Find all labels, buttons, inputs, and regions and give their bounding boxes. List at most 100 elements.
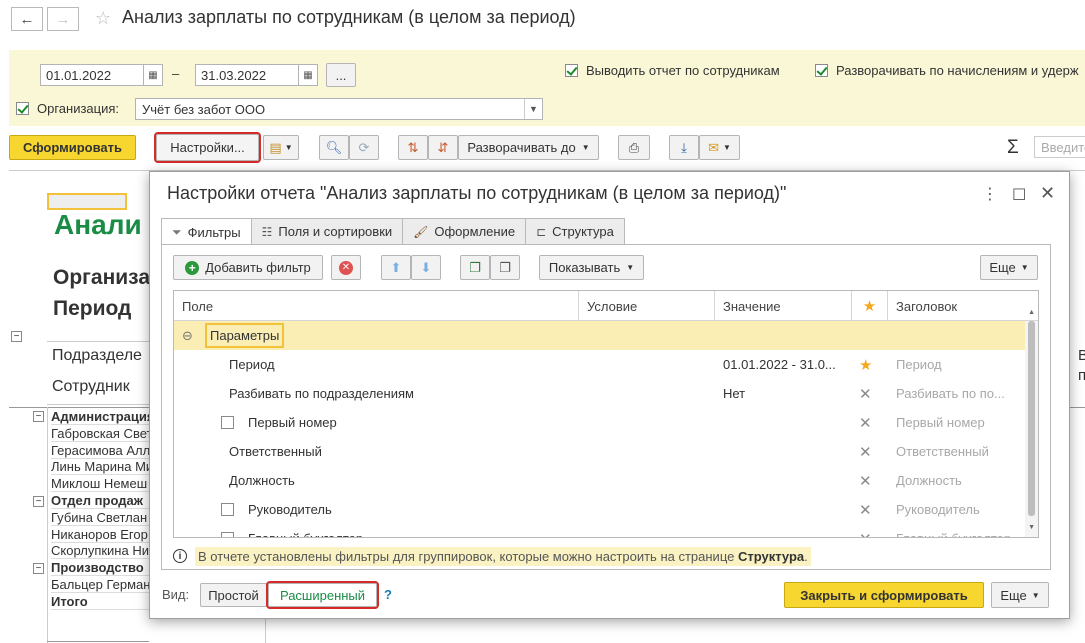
print-button[interactable]: ⎙ — [618, 135, 650, 160]
cross-icon[interactable]: ✕ — [859, 379, 872, 408]
star-icon[interactable]: ★ — [859, 350, 872, 379]
tab-filters[interactable]: ⏷ Фильтры — [161, 218, 252, 245]
cross-icon[interactable]: ✕ — [859, 495, 872, 524]
row-header[interactable]: Период — [896, 350, 1024, 379]
maximize-icon[interactable]: ☐ — [1012, 185, 1026, 205]
col-field[interactable]: Поле — [174, 291, 579, 321]
uncheck-all-button[interactable]: ❐ — [490, 255, 520, 280]
row-value[interactable] — [723, 495, 848, 524]
settings-button[interactable]: Настройки... — [154, 132, 261, 163]
chevron-down-icon: ▼ — [1031, 590, 1040, 600]
row-value[interactable] — [723, 437, 848, 466]
tab-structure[interactable]: ⊏ Структура — [525, 218, 625, 244]
col-condition[interactable]: Условие — [579, 291, 715, 321]
more-bottom-button[interactable]: Еще ▼ — [991, 582, 1049, 608]
variant-menu-button[interactable]: ▤ ▼ — [263, 135, 299, 160]
grid-row[interactable]: Должность ✕ Должность — [174, 466, 1026, 495]
row-header[interactable]: Ответственный — [896, 437, 1024, 466]
add-filter-button[interactable]: + Добавить фильтр — [173, 255, 323, 280]
calendar-icon[interactable]: ▦ — [143, 65, 162, 85]
scroll-down-icon[interactable]: ▼ — [1028, 524, 1035, 531]
cross-icon[interactable]: ✕ — [859, 437, 872, 466]
send-mail-button[interactable]: ✉ ▼ — [699, 135, 740, 160]
forward-button[interactable]: → — [47, 7, 79, 31]
checkbox-checked-icon — [16, 102, 29, 115]
cross-icon[interactable]: ✕ — [859, 466, 872, 495]
report-title: Анали — [54, 209, 142, 240]
grid-row[interactable]: Разбивать по подразделениям Нет ✕ Разбивать… — [174, 379, 1026, 408]
date-from-field[interactable]: 01.01.2022 ▦ — [40, 64, 163, 86]
sort-ascending-button[interactable]: ⇅ — [398, 135, 428, 160]
show-button[interactable]: Показывать ▼ — [539, 255, 644, 280]
view-simple-button[interactable]: Простой — [200, 583, 267, 607]
favorite-star-icon[interactable]: ☆ — [95, 8, 111, 29]
organization-checkbox[interactable]: Организация: — [16, 101, 119, 116]
scrollbar-thumb[interactable] — [1028, 321, 1035, 516]
search-next-button[interactable]: ⟳ — [349, 135, 379, 160]
more-vertical-icon[interactable]: ⋮ — [982, 184, 998, 204]
row-header[interactable]: Главный бухгалтер — [896, 524, 1024, 537]
date-to-field[interactable]: 31.03.2022 ▦ — [195, 64, 318, 86]
grid-row[interactable]: Главный бухгалтер ✕ Главный бухгалтер — [174, 524, 1026, 538]
generate-button[interactable]: Сформировать — [9, 135, 136, 160]
row-header[interactable]: Разбивать по по... — [896, 379, 1024, 408]
move-down-button[interactable]: ⬇ — [411, 255, 441, 280]
row-value[interactable]: Нет — [723, 379, 848, 408]
grid-group-row[interactable]: ⊖ Параметры — [174, 321, 1026, 350]
row-checkbox[interactable] — [221, 495, 234, 524]
report-right-fragment-1: В — [1078, 347, 1085, 364]
help-link[interactable]: ? — [384, 587, 392, 602]
row-value[interactable] — [723, 524, 848, 537]
col-header[interactable]: Заголовок — [888, 291, 1038, 321]
sum-icon[interactable]: Σ — [1007, 137, 1019, 159]
cross-icon[interactable]: ✕ — [859, 408, 872, 437]
collapse-icon[interactable]: − — [33, 411, 44, 422]
tab-fields[interactable]: ☷ Поля и сортировки — [250, 218, 404, 244]
row-checkbox[interactable] — [221, 408, 234, 437]
by-employees-checkbox[interactable]: Выводить отчет по сотрудникам — [565, 63, 780, 78]
back-button[interactable]: ← — [11, 7, 43, 31]
check-all-button[interactable]: ❐ — [460, 255, 490, 280]
collapse-icon[interactable]: − — [33, 563, 44, 574]
grid-row[interactable]: Первый номер ✕ Первый номер — [174, 408, 1026, 437]
collapse-icon[interactable]: − — [33, 496, 44, 507]
save-button[interactable]: ⤓ — [669, 135, 699, 160]
window-title: Анализ зарплаты по сотрудникам (в целом … — [122, 7, 576, 27]
row-value[interactable] — [723, 408, 848, 437]
row-value[interactable]: 01.01.2022 - 31.0... — [723, 350, 848, 379]
scroll-up-icon[interactable]: ▲ — [1028, 309, 1035, 316]
period-select-button[interactable]: ... — [326, 63, 356, 87]
view-extended-button[interactable]: Расширенный — [266, 581, 379, 609]
row-checkbox[interactable] — [221, 524, 234, 537]
tab-appearance[interactable]: 🖌︎ Оформление — [402, 218, 527, 244]
expand-accruals-checkbox[interactable]: Разворачивать по начислениям и удерж — [815, 63, 1079, 78]
close-icon[interactable]: ✕ — [1040, 183, 1055, 204]
row-header[interactable]: Руководитель — [896, 495, 1024, 524]
report-organization: Организа — [53, 266, 151, 289]
calendar-icon[interactable]: ▦ — [298, 65, 317, 85]
col-star[interactable]: ★ — [852, 291, 888, 321]
fields-icon: ☷ — [261, 224, 273, 239]
grid-row[interactable]: Руководитель ✕ Руководитель — [174, 495, 1026, 524]
collapse-icon[interactable]: ⊖ — [182, 321, 193, 350]
collapse-icon[interactable]: − — [11, 331, 22, 342]
organization-select[interactable]: Учёт без забот ООО ▼ — [135, 98, 543, 120]
info-structure-link[interactable]: Структура — [738, 549, 804, 564]
search-button[interactable]: 🔍︎ — [319, 135, 349, 160]
col-value[interactable]: Значение — [715, 291, 852, 321]
expand-to-button[interactable]: Разворачивать до ▼ — [458, 135, 599, 160]
sort-descending-button[interactable]: ⇵ — [428, 135, 458, 160]
grid-scrollbar[interactable] — [1025, 321, 1038, 537]
close-and-generate-button[interactable]: Закрыть и сформировать — [784, 582, 984, 608]
grid-row[interactable]: Период 01.01.2022 - 31.0... ★ Период — [174, 350, 1026, 379]
grid-row[interactable]: Ответственный ✕ Ответственный — [174, 437, 1026, 466]
more-button[interactable]: Еще ▼ — [980, 255, 1038, 280]
row-value[interactable] — [723, 466, 848, 495]
row-header[interactable]: Должность — [896, 466, 1024, 495]
row-header[interactable]: Первый номер — [896, 408, 1024, 437]
move-up-button[interactable]: ⬆ — [381, 255, 411, 280]
sum-input[interactable]: Введите — [1034, 136, 1085, 158]
report-row: Производство — [51, 559, 149, 577]
delete-filter-button[interactable]: ✕ — [331, 255, 361, 280]
cross-icon[interactable]: ✕ — [859, 524, 872, 538]
